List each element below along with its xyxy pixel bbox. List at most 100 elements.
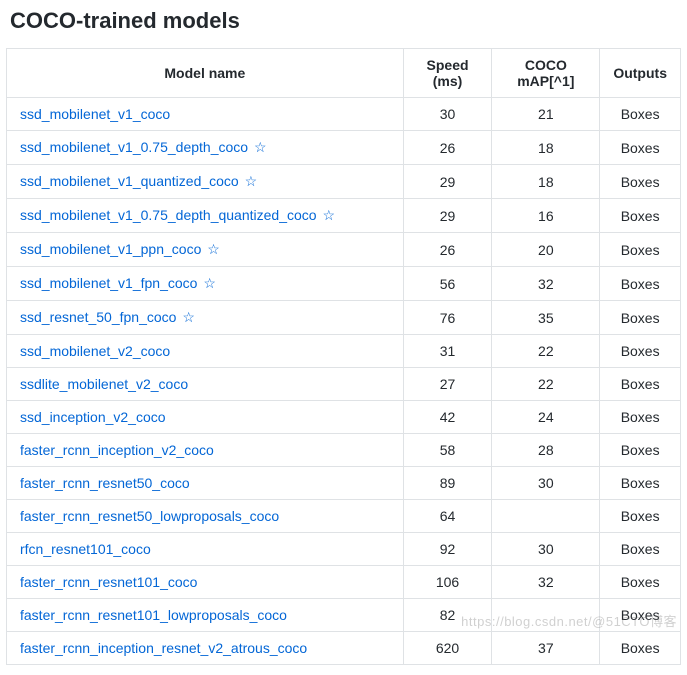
map-cell: 32 — [492, 267, 600, 301]
map-cell: 32 — [492, 566, 600, 599]
speed-cell: 26 — [403, 233, 492, 267]
speed-cell: 92 — [403, 533, 492, 566]
table-row: ssd_mobilenet_v1_fpn_coco ☆5632Boxes — [7, 267, 681, 301]
map-cell: 20 — [492, 233, 600, 267]
outputs-cell: Boxes — [600, 131, 681, 165]
model-link[interactable]: ssd_inception_v2_coco — [20, 409, 166, 425]
col-header-model: Model name — [7, 49, 404, 98]
model-link[interactable]: faster_rcnn_resnet50_lowproposals_coco — [20, 508, 279, 524]
table-row: ssd_mobilenet_v1_coco3021Boxes — [7, 98, 681, 131]
col-header-speed: Speed (ms) — [403, 49, 492, 98]
star-icon: ☆ — [203, 275, 216, 291]
outputs-cell: Boxes — [600, 566, 681, 599]
star-icon: ☆ — [254, 139, 267, 155]
model-cell: ssd_inception_v2_coco — [7, 401, 404, 434]
map-cell: 18 — [492, 165, 600, 199]
table-row: faster_rcnn_resnet50_lowproposals_coco 64… — [7, 500, 681, 533]
map-cell: 30 — [492, 467, 600, 500]
map-cell: 30 — [492, 533, 600, 566]
table-row: faster_rcnn_resnet101_coco 10632Boxes — [7, 566, 681, 599]
map-cell: 35 — [492, 301, 600, 335]
speed-cell: 82 — [403, 599, 492, 632]
outputs-cell: Boxes — [600, 267, 681, 301]
map-cell: 37 — [492, 632, 600, 665]
model-cell: ssdlite_mobilenet_v2_coco — [7, 368, 404, 401]
model-link[interactable]: ssd_mobilenet_v1_ppn_coco — [20, 241, 201, 257]
star-icon: ☆ — [207, 241, 220, 257]
model-cell: ssd_mobilenet_v1_coco — [7, 98, 404, 131]
speed-cell: 26 — [403, 131, 492, 165]
star-icon: ☆ — [322, 207, 335, 223]
model-link[interactable]: ssd_resnet_50_fpn_coco — [20, 309, 176, 325]
table-row: faster_rcnn_inception_v2_coco5828Boxes — [7, 434, 681, 467]
model-link[interactable]: ssd_mobilenet_v1_0.75_depth_coco — [20, 139, 248, 155]
model-cell: ssd_mobilenet_v1_quantized_coco ☆ — [7, 165, 404, 199]
model-cell: ssd_mobilenet_v1_fpn_coco ☆ — [7, 267, 404, 301]
model-link[interactable]: ssdlite_mobilenet_v2_coco — [20, 376, 188, 392]
table-row: ssdlite_mobilenet_v2_coco2722Boxes — [7, 368, 681, 401]
map-cell: 22 — [492, 335, 600, 368]
map-cell: 24 — [492, 401, 600, 434]
model-cell: faster_rcnn_inception_resnet_v2_atrous_c… — [7, 632, 404, 665]
model-cell: faster_rcnn_resnet50_coco — [7, 467, 404, 500]
table-row: ssd_mobilenet_v1_ppn_coco ☆2620Boxes — [7, 233, 681, 267]
model-cell: ssd_mobilenet_v1_0.75_depth_coco ☆ — [7, 131, 404, 165]
outputs-cell: Boxes — [600, 632, 681, 665]
table-row: ssd_mobilenet_v2_coco3122Boxes — [7, 335, 681, 368]
outputs-cell: Boxes — [600, 301, 681, 335]
outputs-cell: Boxes — [600, 233, 681, 267]
col-header-map: COCO mAP[^1] — [492, 49, 600, 98]
table-row: faster_rcnn_inception_resnet_v2_atrous_c… — [7, 632, 681, 665]
star-icon: ☆ — [245, 173, 258, 189]
model-link[interactable]: ssd_mobilenet_v1_coco — [20, 106, 170, 122]
model-link[interactable]: faster_rcnn_resnet101_coco — [20, 574, 197, 590]
outputs-cell: Boxes — [600, 599, 681, 632]
speed-cell: 89 — [403, 467, 492, 500]
map-cell: 18 — [492, 131, 600, 165]
map-cell: 16 — [492, 199, 600, 233]
model-link[interactable]: faster_rcnn_resnet50_coco — [20, 475, 190, 491]
page-content: COCO-trained models Model name Speed (ms… — [0, 0, 687, 675]
speed-cell: 58 — [403, 434, 492, 467]
table-row: ssd_resnet_50_fpn_coco ☆7635Boxes — [7, 301, 681, 335]
speed-cell: 620 — [403, 632, 492, 665]
model-link[interactable]: faster_rcnn_inception_resnet_v2_atrous_c… — [20, 640, 307, 656]
outputs-cell: Boxes — [600, 467, 681, 500]
map-cell — [492, 599, 600, 632]
model-cell: ssd_resnet_50_fpn_coco ☆ — [7, 301, 404, 335]
star-icon: ☆ — [182, 309, 195, 325]
map-cell: 28 — [492, 434, 600, 467]
speed-cell: 27 — [403, 368, 492, 401]
outputs-cell: Boxes — [600, 368, 681, 401]
speed-cell: 106 — [403, 566, 492, 599]
speed-cell: 56 — [403, 267, 492, 301]
model-cell: ssd_mobilenet_v1_ppn_coco ☆ — [7, 233, 404, 267]
speed-cell: 29 — [403, 165, 492, 199]
map-cell — [492, 500, 600, 533]
model-cell: faster_rcnn_resnet101_lowproposals_coco — [7, 599, 404, 632]
col-header-outputs: Outputs — [600, 49, 681, 98]
outputs-cell: Boxes — [600, 401, 681, 434]
table-row: ssd_inception_v2_coco4224Boxes — [7, 401, 681, 434]
model-link[interactable]: ssd_mobilenet_v2_coco — [20, 343, 170, 359]
model-cell: faster_rcnn_resnet101_coco — [7, 566, 404, 599]
model-cell: ssd_mobilenet_v1_0.75_depth_quantized_co… — [7, 199, 404, 233]
speed-cell: 76 — [403, 301, 492, 335]
model-cell: faster_rcnn_resnet50_lowproposals_coco — [7, 500, 404, 533]
outputs-cell: Boxes — [600, 165, 681, 199]
model-link[interactable]: faster_rcnn_inception_v2_coco — [20, 442, 214, 458]
model-cell: ssd_mobilenet_v2_coco — [7, 335, 404, 368]
outputs-cell: Boxes — [600, 533, 681, 566]
model-link[interactable]: ssd_mobilenet_v1_quantized_coco — [20, 173, 239, 189]
outputs-cell: Boxes — [600, 500, 681, 533]
model-link[interactable]: rfcn_resnet101_coco — [20, 541, 151, 557]
table-row: faster_rcnn_resnet50_coco 8930Boxes — [7, 467, 681, 500]
speed-cell: 29 — [403, 199, 492, 233]
model-link[interactable]: ssd_mobilenet_v1_0.75_depth_quantized_co… — [20, 207, 317, 223]
models-table: Model name Speed (ms) COCO mAP[^1] Outpu… — [6, 48, 681, 665]
table-body: ssd_mobilenet_v1_coco3021Boxesssd_mobile… — [7, 98, 681, 665]
model-link[interactable]: ssd_mobilenet_v1_fpn_coco — [20, 275, 197, 291]
table-row: ssd_mobilenet_v1_quantized_coco ☆2918Box… — [7, 165, 681, 199]
speed-cell: 64 — [403, 500, 492, 533]
model-link[interactable]: faster_rcnn_resnet101_lowproposals_coco — [20, 607, 287, 623]
